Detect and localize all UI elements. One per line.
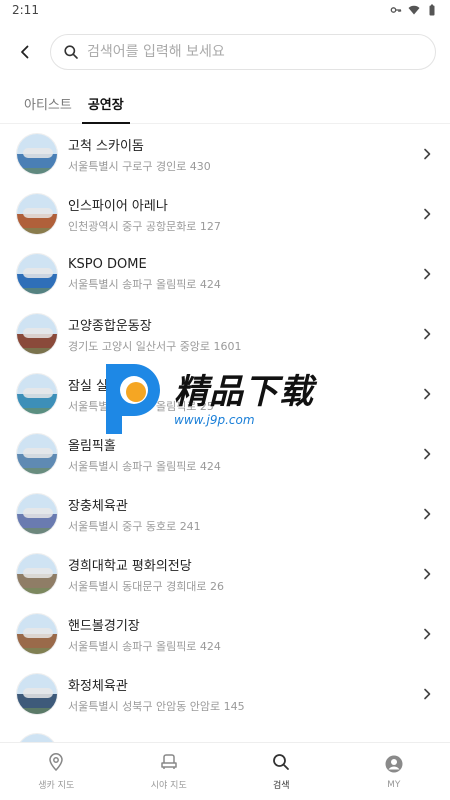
chevron-right-icon (424, 148, 431, 160)
nav-search[interactable]: 검색 (225, 743, 338, 800)
venue-list-item[interactable]: 장충체육관서울특별시 중구 동호로 241 (0, 484, 450, 544)
search-icon (273, 754, 290, 770)
venue-list-item[interactable]: 고척 스카이돔서울특별시 구로구 경인로 430 (0, 124, 450, 184)
venue-name: 화정체육관 (68, 678, 128, 694)
venue-name: 장충체육관 (68, 498, 128, 514)
venue-thumbnail (16, 133, 58, 175)
venue-list-item[interactable]: KSPO DOME 서울특별시 송파구 올림픽로 424 (0, 244, 450, 304)
venue-thumbnail (16, 193, 58, 235)
venue-name: 고양종합운동장 (68, 318, 152, 334)
venue-name: 고척 스카이돔 (68, 138, 144, 154)
venue-name: 인스파이어 아레나 (68, 198, 168, 214)
back-button[interactable] (12, 39, 38, 65)
venue-list-item[interactable]: 화정체육관서울특별시 성북구 안암동 안암로 145 (0, 664, 450, 724)
status-bar: 2:11 (0, 0, 450, 20)
battery-icon (429, 4, 435, 16)
venue-list-item[interactable]: 인스파이어 아레나인천광역시 중구 공항문화로 127 (0, 184, 450, 244)
chevron-right-icon (424, 268, 431, 280)
nav-view-map[interactable]: 시야 지도 (113, 743, 226, 800)
tab-venue[interactable]: 공연장 (81, 94, 130, 124)
venue-address: 서울특별시 송파구 올림픽로 424 (68, 277, 221, 291)
venue-thumbnail (16, 673, 58, 715)
chevron-right-icon (424, 508, 431, 520)
venue-name: 잠실 실내체육관 (68, 378, 156, 394)
venue-thumbnail (16, 553, 58, 595)
venue-address: 서울특별시 구로구 경인로 430 (68, 159, 211, 173)
location-pin-icon (49, 753, 64, 772)
venue-list-item[interactable]: 핸드볼경기장서울특별시 송파구 올림픽로 424 (0, 604, 450, 664)
chevron-right-icon (424, 688, 431, 700)
nav-label: 생카 지도 (38, 781, 75, 791)
venue-name: KSPO DOME (68, 256, 147, 272)
venue-thumbnail (16, 313, 58, 355)
venue-name: 경희대학교 평화의전당 (68, 558, 192, 574)
venue-list[interactable]: 고척 스카이돔서울특별시 구로구 경인로 430 인스파이어 아레나인천광역시 중… (0, 124, 450, 742)
seat-icon (161, 754, 177, 769)
venue-text: 고척 스카이돔서울특별시 구로구 경인로 430 (68, 135, 420, 174)
venue-text: KSPO DOME 서울특별시 송파구 올림픽로 424 (68, 257, 420, 292)
status-time: 2:11 (12, 3, 39, 17)
venue-text: 고양종합운동장경기도 고양시 일산서구 중앙로 1601 (68, 315, 420, 354)
venue-list-item[interactable]: 고양종합운동장경기도 고양시 일산서구 중앙로 1601 (0, 304, 450, 364)
venue-name: 올림픽홀 (68, 438, 116, 454)
nav-my[interactable]: MY (338, 743, 450, 800)
nav-cafe-map[interactable]: 생카 지도 (0, 743, 113, 800)
venue-name: 핸드볼경기장 (68, 618, 140, 634)
venue-list-item[interactable]: KBS아레나 (0, 724, 450, 742)
key-icon (390, 7, 402, 13)
nav-label: 시야 지도 (150, 781, 187, 791)
venue-address: 서울특별시 송파구 올림픽로 424 (68, 459, 221, 473)
search-icon (64, 45, 78, 59)
venue-thumbnail (16, 733, 58, 742)
venue-text: 장충체육관서울특별시 중구 동호로 241 (68, 495, 420, 534)
venue-thumbnail (16, 373, 58, 415)
status-icons (390, 4, 438, 16)
venue-address: 인천광역시 중구 공항문화로 127 (68, 219, 221, 233)
chevron-right-icon (424, 628, 431, 640)
venue-text: 올림픽홀서울특별시 송파구 올림픽로 424 (68, 435, 420, 474)
search-box[interactable] (50, 34, 436, 70)
search-header (0, 20, 450, 84)
venue-list-item[interactable]: 잠실 실내체육관서울특별시 송파구 올림픽로 25 (0, 364, 450, 424)
chevron-right-icon (424, 568, 431, 580)
venue-text: 잠실 실내체육관서울특별시 송파구 올림픽로 25 (68, 375, 420, 414)
venue-address: 서울특별시 동대문구 경희대로 26 (68, 579, 225, 593)
venue-text: 핸드볼경기장서울특별시 송파구 올림픽로 424 (68, 615, 420, 654)
venue-address: 경기도 고양시 일산서구 중앙로 1601 (68, 339, 242, 353)
chevron-left-icon (21, 45, 29, 59)
chevron-right-icon (424, 448, 431, 460)
search-input[interactable] (87, 44, 423, 60)
wifi-icon (408, 5, 420, 15)
venue-list-item[interactable]: 경희대학교 평화의전당서울특별시 동대문구 경희대로 26 (0, 544, 450, 604)
venue-text: 경희대학교 평화의전당서울특별시 동대문구 경희대로 26 (68, 555, 420, 594)
venue-thumbnail (16, 613, 58, 655)
nav-label: 검색 (272, 781, 290, 791)
chevron-right-icon (424, 208, 431, 220)
venue-text: 화정체육관서울특별시 성북구 안암동 안암로 145 (68, 675, 420, 714)
tab-artist[interactable]: 아티스트 (24, 94, 72, 123)
tab-bar: 아티스트 공연장 (0, 84, 450, 124)
venue-thumbnail (16, 493, 58, 535)
venue-thumbnail (16, 433, 58, 475)
chevron-right-icon (424, 328, 431, 340)
profile-icon (385, 755, 403, 772)
venue-address: 서울특별시 성북구 안암동 안암로 145 (68, 699, 245, 713)
venue-address: 서울특별시 송파구 올림픽로 424 (68, 639, 221, 653)
venue-thumbnail (16, 253, 58, 295)
nav-label: MY (387, 779, 401, 790)
chevron-right-icon (424, 388, 431, 400)
venue-text: 인스파이어 아레나인천광역시 중구 공항문화로 127 (68, 195, 420, 234)
venue-address: 서울특별시 중구 동호로 241 (68, 519, 201, 533)
venue-address: 서울특별시 송파구 올림픽로 25 (68, 399, 214, 413)
venue-list-item[interactable]: 올림픽홀서울특별시 송파구 올림픽로 424 (0, 424, 450, 484)
bottom-nav: 생카 지도 시야 지도 검색 MY (0, 742, 450, 800)
